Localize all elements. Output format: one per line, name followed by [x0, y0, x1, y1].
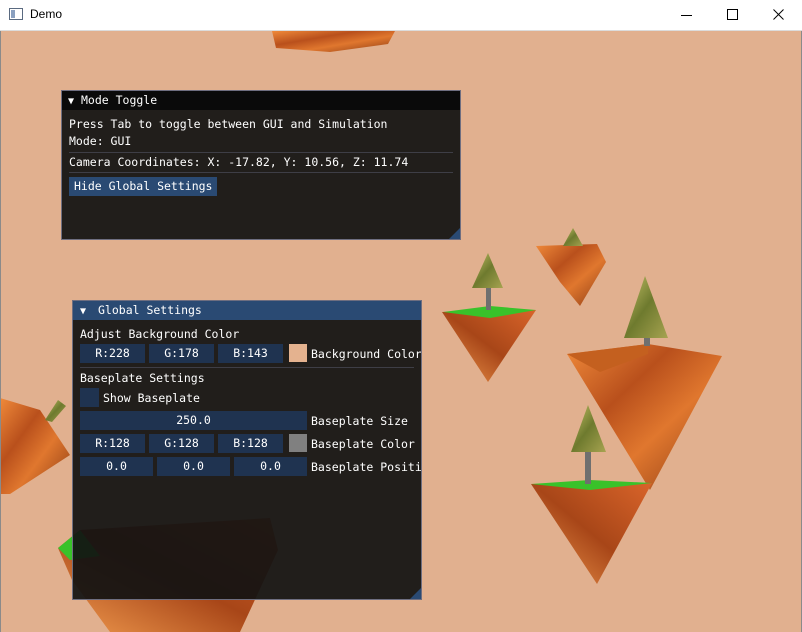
island-lower-right: [531, 483, 652, 584]
hide-global-settings-button[interactable]: Hide Global Settings: [69, 177, 218, 196]
show-baseplate-label: Show Baseplate: [103, 391, 200, 405]
baseplate-settings-heading: Baseplate Settings: [80, 371, 205, 385]
global-settings-titlebar[interactable]: ▼ Global Settings: [73, 301, 421, 320]
maximize-icon: [727, 9, 738, 20]
bp-pos-y-field[interactable]: 0.0: [157, 457, 230, 476]
maximize-button[interactable]: [710, 0, 756, 30]
background-color-swatch[interactable]: [289, 344, 307, 362]
separator: [80, 367, 414, 368]
app-icon: [9, 8, 23, 20]
bp-blue-field[interactable]: B:128: [218, 434, 283, 453]
bg-red-field[interactable]: R:228: [80, 344, 145, 363]
window-frame-left: [0, 31, 1, 632]
baseplate-color-label: Baseplate Color: [311, 437, 415, 451]
global-settings-window[interactable]: ▼ Global Settings Adjust Background Color…: [72, 300, 422, 600]
baseplate-color-swatch[interactable]: [289, 434, 307, 452]
bg-green-field[interactable]: G:178: [149, 344, 214, 363]
baseplate-position-label: Baseplate Position: [311, 460, 422, 474]
title-bar[interactable]: Demo: [0, 0, 802, 31]
bp-red-field[interactable]: R:128: [80, 434, 145, 453]
background-color-label: Background Color: [311, 347, 422, 361]
island-top: [272, 31, 395, 52]
instruction-text: Press Tab to toggle between GUI and Simu…: [69, 117, 388, 131]
mode-toggle-window[interactable]: ▼ Mode Toggle Press Tab to toggle between…: [61, 90, 461, 240]
camera-coordinates: Camera Coordinates: X: -17.82, Y: 10.56,…: [69, 155, 409, 169]
mode-toggle-title: Mode Toggle: [81, 93, 158, 107]
window-title: Demo: [30, 7, 63, 21]
resize-grip[interactable]: [449, 228, 460, 239]
mode-toggle-titlebar[interactable]: ▼ Mode Toggle: [62, 91, 460, 110]
baseplate-size-label: Baseplate Size: [311, 414, 408, 428]
show-baseplate-checkbox[interactable]: [80, 388, 99, 407]
separator: [69, 152, 453, 153]
island-small: [536, 244, 606, 306]
minimize-icon: [681, 15, 692, 16]
separator: [69, 172, 453, 173]
close-icon: [773, 9, 784, 20]
bp-pos-x-field[interactable]: 0.0: [80, 457, 153, 476]
mode-text: Mode: GUI: [69, 134, 132, 148]
bp-green-field[interactable]: G:128: [149, 434, 214, 453]
collapse-arrow-icon[interactable]: ▼: [68, 92, 81, 111]
minimize-button[interactable]: [664, 0, 710, 30]
island-mid-tree: [442, 310, 536, 382]
baseplate-size-slider[interactable]: 250.0: [80, 411, 307, 430]
collapse-arrow-icon[interactable]: ▼: [80, 302, 93, 321]
resize-grip[interactable]: [410, 588, 421, 599]
bp-pos-z-field[interactable]: 0.0: [234, 457, 307, 476]
global-settings-title: Global Settings: [98, 303, 202, 317]
background-color-heading: Adjust Background Color: [80, 327, 240, 341]
close-button[interactable]: [756, 0, 802, 30]
bg-blue-field[interactable]: B:143: [218, 344, 283, 363]
